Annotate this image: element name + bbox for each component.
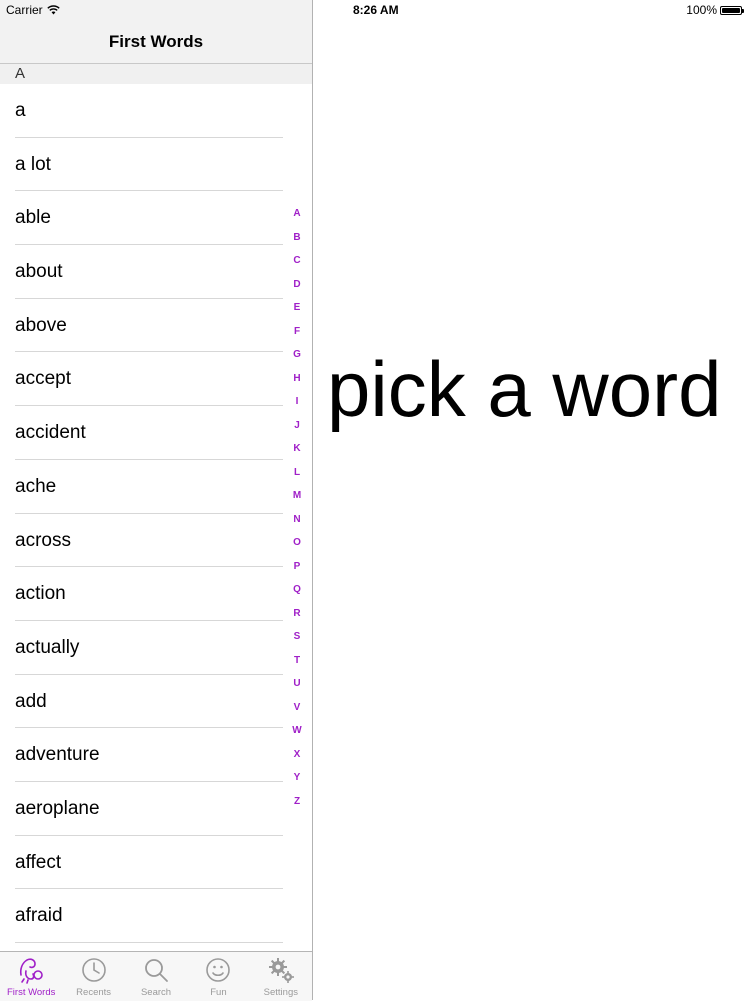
clock-label: 8:26 AM — [353, 3, 399, 17]
index-letter[interactable]: Y — [287, 772, 307, 796]
section-header: A — [0, 64, 312, 84]
index-letter[interactable]: X — [287, 749, 307, 773]
word-label: accident — [15, 422, 86, 444]
detail-pane: pick a word — [313, 20, 750, 1000]
tab-label: First Words — [7, 987, 56, 998]
index-letter[interactable]: L — [287, 467, 307, 491]
word-label: adventure — [15, 744, 100, 766]
index-letter[interactable]: I — [287, 396, 307, 420]
section-index[interactable]: A B C D E F G H I J K L M N O P Q R S T … — [287, 208, 307, 819]
list-item[interactable]: affect — [0, 836, 312, 890]
list-item[interactable]: a lot — [0, 138, 312, 192]
battery-percent: 100% — [686, 3, 717, 17]
index-letter[interactable]: V — [287, 702, 307, 726]
tab-first-words[interactable]: First Words — [0, 952, 62, 1001]
wifi-icon — [46, 5, 60, 15]
word-label: aeroplane — [15, 797, 100, 819]
word-label: able — [15, 207, 51, 229]
word-label: actually — [15, 636, 80, 658]
tab-label: Recents — [76, 987, 112, 998]
list-item[interactable]: accident — [0, 406, 312, 460]
word-label: across — [15, 529, 71, 551]
word-label: a — [15, 100, 26, 121]
tab-label: Search — [140, 987, 172, 998]
tab-label: Fun — [210, 987, 227, 998]
gear-icon — [268, 958, 294, 983]
index-letter[interactable]: S — [287, 631, 307, 655]
tab-search[interactable]: Search — [125, 952, 187, 1001]
first-words-icon — [20, 958, 44, 984]
index-letter[interactable]: R — [287, 608, 307, 632]
word-label: about — [15, 261, 63, 283]
index-letter[interactable]: C — [287, 255, 307, 279]
list-item[interactable]: add — [0, 675, 312, 729]
index-letter[interactable]: O — [287, 537, 307, 561]
word-label: action — [15, 583, 66, 605]
index-letter[interactable]: U — [287, 678, 307, 702]
word-label: ache — [15, 475, 57, 497]
index-letter[interactable]: E — [287, 302, 307, 326]
list-item[interactable]: above — [0, 299, 312, 353]
index-letter[interactable]: A — [287, 208, 307, 232]
word-list: a a lot able about above accept accident… — [0, 84, 312, 943]
list-item[interactable]: aeroplane — [0, 782, 312, 836]
list-item[interactable]: able — [0, 191, 312, 245]
index-letter[interactable]: W — [287, 725, 307, 749]
index-letter[interactable]: Z — [287, 796, 307, 820]
index-letter[interactable]: F — [287, 326, 307, 350]
master-pane: First Words A a a lot able about above a… — [0, 0, 313, 1001]
tab-bar: First Words Recents Search Fun Settings — [0, 951, 312, 1001]
index-letter[interactable]: K — [287, 443, 307, 467]
tab-label: Settings — [263, 987, 298, 998]
list-item[interactable]: accept — [0, 352, 312, 406]
placeholder-message: pick a word — [327, 345, 722, 433]
list-item[interactable]: adventure — [0, 728, 312, 782]
list-item[interactable]: about — [0, 245, 312, 299]
index-letter[interactable]: H — [287, 373, 307, 397]
index-letter[interactable]: Q — [287, 584, 307, 608]
word-label: afraid — [15, 905, 63, 927]
index-letter[interactable]: J — [287, 420, 307, 444]
word-label: above — [15, 314, 67, 336]
list-item[interactable]: actually — [0, 621, 312, 675]
word-label: add — [15, 690, 47, 712]
list-item[interactable]: a — [0, 84, 312, 138]
list-item[interactable]: action — [0, 567, 312, 621]
status-bar: Carrier 8:26 AM 100% — [0, 0, 750, 20]
clock-icon — [81, 958, 106, 982]
index-letter[interactable]: M — [287, 490, 307, 514]
battery-icon — [720, 5, 744, 15]
word-label: a lot — [15, 153, 51, 175]
carrier-group: Carrier — [6, 3, 60, 17]
battery-group: 100% — [686, 3, 744, 17]
index-letter[interactable]: D — [287, 279, 307, 303]
nav-title: First Words — [108, 32, 204, 51]
battery-fill — [722, 7, 740, 13]
index-letter[interactable]: T — [287, 655, 307, 679]
index-letter[interactable]: P — [287, 561, 307, 585]
smiley-icon — [206, 958, 231, 982]
word-label: accept — [15, 368, 71, 390]
word-label: affect — [15, 851, 62, 873]
tab-fun[interactable]: Fun — [187, 952, 249, 1001]
list-item[interactable]: afraid — [0, 889, 312, 943]
tab-recents[interactable]: Recents — [62, 952, 124, 1001]
index-letter[interactable]: B — [287, 232, 307, 256]
index-letter[interactable]: G — [287, 349, 307, 373]
list-item[interactable]: across — [0, 514, 312, 568]
carrier-label: Carrier — [6, 3, 43, 17]
search-icon — [145, 959, 168, 982]
index-letter[interactable]: N — [287, 514, 307, 538]
tab-settings[interactable]: Settings — [250, 952, 312, 1001]
list-item[interactable]: ache — [0, 460, 312, 514]
